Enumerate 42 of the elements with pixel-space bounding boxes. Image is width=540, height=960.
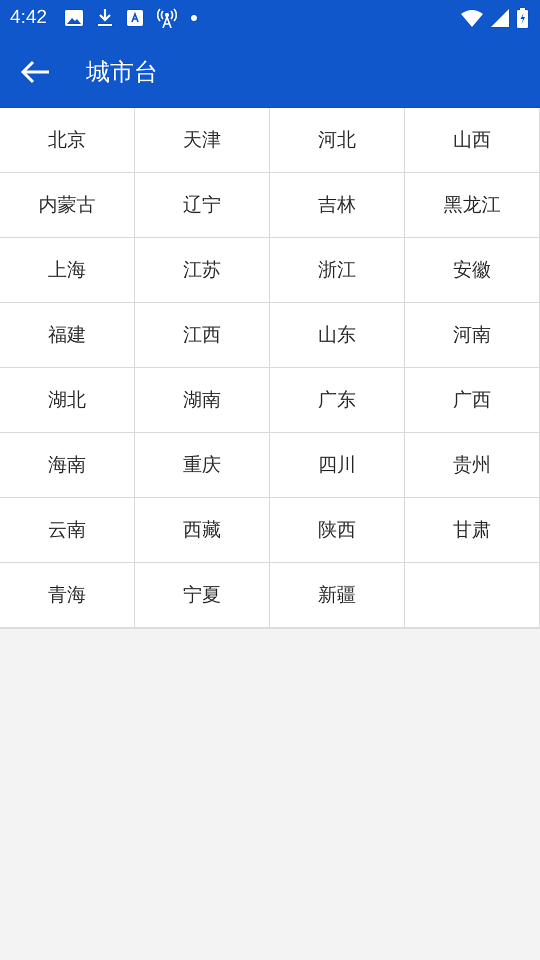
region-item[interactable]: 贵州 [405, 433, 540, 498]
region-item[interactable]: 西藏 [135, 498, 270, 563]
region-item[interactable]: 湖北 [0, 368, 135, 433]
region-item[interactable]: 上海 [0, 238, 135, 303]
dot-icon [190, 15, 197, 21]
back-icon[interactable] [20, 60, 50, 84]
battery-icon [517, 8, 528, 28]
region-item[interactable]: 江苏 [135, 238, 270, 303]
image-icon [64, 10, 83, 26]
region-item[interactable]: 广东 [270, 368, 405, 433]
region-item[interactable]: 吉林 [270, 173, 405, 238]
region-item[interactable]: 福建 [0, 303, 135, 368]
signal-icon [491, 9, 509, 27]
region-item[interactable]: 河北 [270, 108, 405, 173]
translate-icon [126, 10, 143, 26]
region-item[interactable]: 重庆 [135, 433, 270, 498]
region-item[interactable]: 山东 [270, 303, 405, 368]
region-item[interactable]: 宁夏 [135, 563, 270, 628]
region-item[interactable]: 黑龙江 [405, 173, 540, 238]
region-item[interactable]: 河南 [405, 303, 540, 368]
region-item[interactable]: 新疆 [270, 563, 405, 628]
region-item[interactable]: 四川 [270, 433, 405, 498]
region-item[interactable]: 江西 [135, 303, 270, 368]
region-item[interactable]: 北京 [0, 108, 135, 173]
region-item[interactable]: 浙江 [270, 238, 405, 303]
region-item[interactable]: 甘肃 [405, 498, 540, 563]
region-item[interactable]: 云南 [0, 498, 135, 563]
region-item[interactable]: 青海 [0, 563, 135, 628]
region-item[interactable]: 天津 [135, 108, 270, 173]
region-item[interactable]: 内蒙古 [0, 173, 135, 238]
region-item[interactable]: 山西 [405, 108, 540, 173]
region-item[interactable]: 陕西 [270, 498, 405, 563]
region-item[interactable]: 广西 [405, 368, 540, 433]
region-item[interactable]: 辽宁 [135, 173, 270, 238]
region-item[interactable]: 海南 [0, 433, 135, 498]
download-icon [96, 9, 113, 27]
region-item[interactable]: 安徽 [405, 238, 540, 303]
region-item[interactable]: 湖南 [135, 368, 270, 433]
status-time: 4:42 [10, 7, 47, 29]
antenna-icon [156, 8, 177, 28]
wifi-icon [461, 10, 483, 26]
page-title: 城市台 [86, 57, 158, 88]
